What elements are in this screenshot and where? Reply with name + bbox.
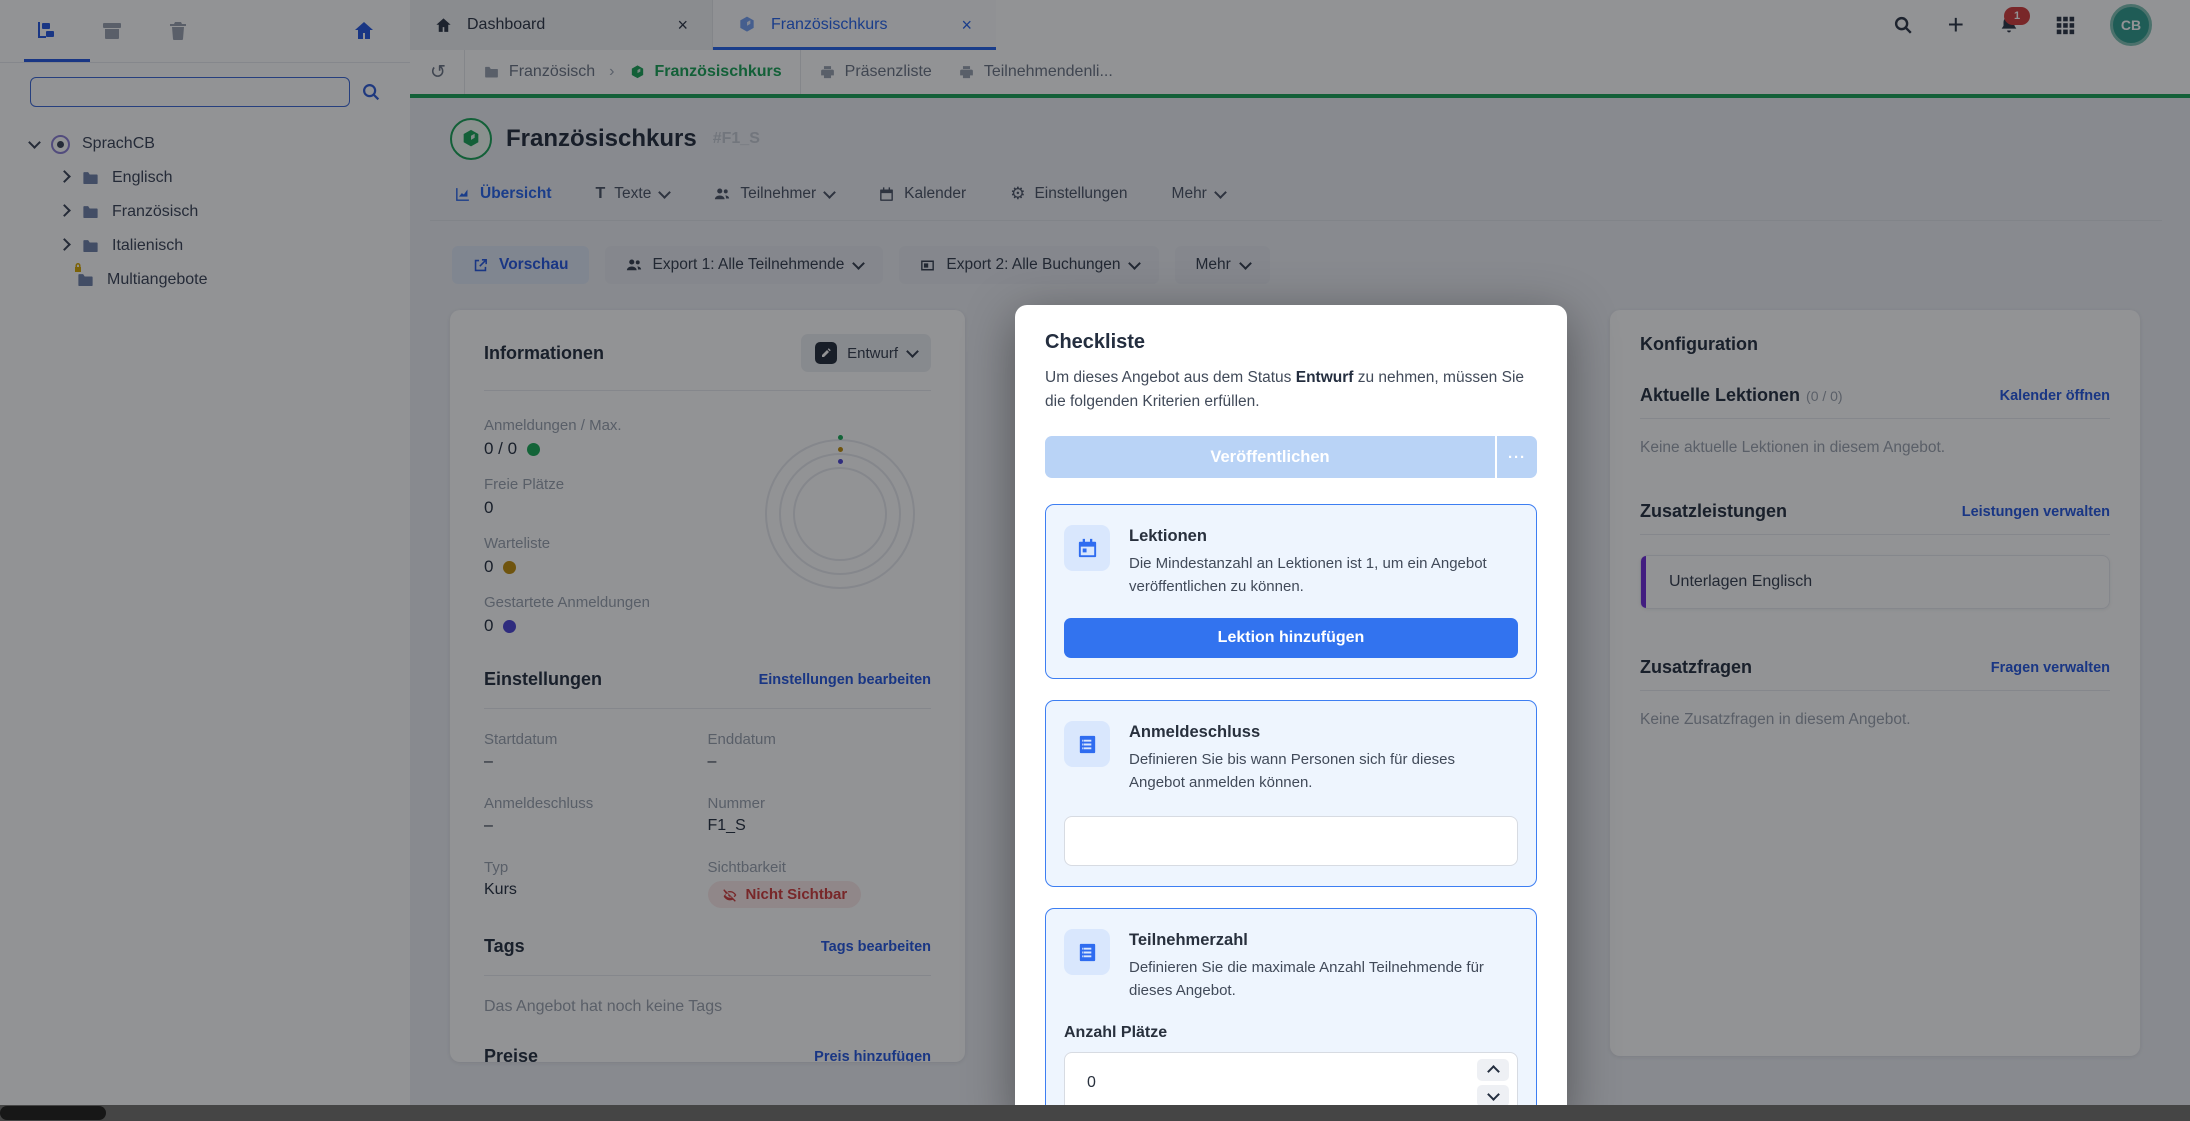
criterion-teilnehmerzahl: Teilnehmerzahl Definieren Sie die maxima… [1045,908,1537,1121]
list-icon [1064,721,1110,767]
anmeldeschluss-date-input[interactable] [1064,816,1518,866]
publish-button[interactable]: Veröffentlichen [1045,436,1495,478]
modal-intro-text: Um dieses Angebot aus dem Status Entwurf… [1045,366,1537,414]
criterion-title: Teilnehmerzahl [1129,931,1509,950]
app-root: SprachCB Englisch Französisch Italienisc… [0,0,2190,1121]
criterion-title: Lektionen [1129,527,1509,546]
publish-split-button: Veröffentlichen ··· [1045,436,1537,478]
criterion-anmeldeschluss: Anmeldeschluss Definieren Sie bis wann P… [1045,700,1537,887]
horizontal-scrollbar[interactable] [0,1105,2190,1121]
publish-more-button[interactable]: ··· [1497,436,1537,478]
status-name-bold: Entwurf [1296,369,1354,386]
anzahl-plaetze-label: Anzahl Plätze [1064,1024,1518,1042]
criterion-lektionen: Lektionen Die Mindestanzahl an Lektionen… [1045,504,1537,679]
list-icon [1064,929,1110,975]
criterion-description: Definieren Sie die maximale Anzahl Teiln… [1129,957,1509,1002]
scrollbar-thumb[interactable] [0,1106,106,1120]
criterion-description: Die Mindestanzahl an Lektionen ist 1, um… [1129,553,1509,598]
calendar-icon [1064,525,1110,571]
stepper-down-button[interactable] [1477,1085,1509,1107]
criterion-description: Definieren Sie bis wann Personen sich fü… [1129,749,1509,794]
criterion-title: Anmeldeschluss [1129,723,1509,742]
checkliste-modal: Checkliste Um dieses Angebot aus dem Sta… [1015,305,1567,1121]
add-lesson-button[interactable]: Lektion hinzufügen [1064,618,1518,658]
stepper-up-button[interactable] [1477,1059,1509,1081]
number-stepper [1477,1059,1509,1107]
modal-title: Checkliste [1045,331,1537,354]
